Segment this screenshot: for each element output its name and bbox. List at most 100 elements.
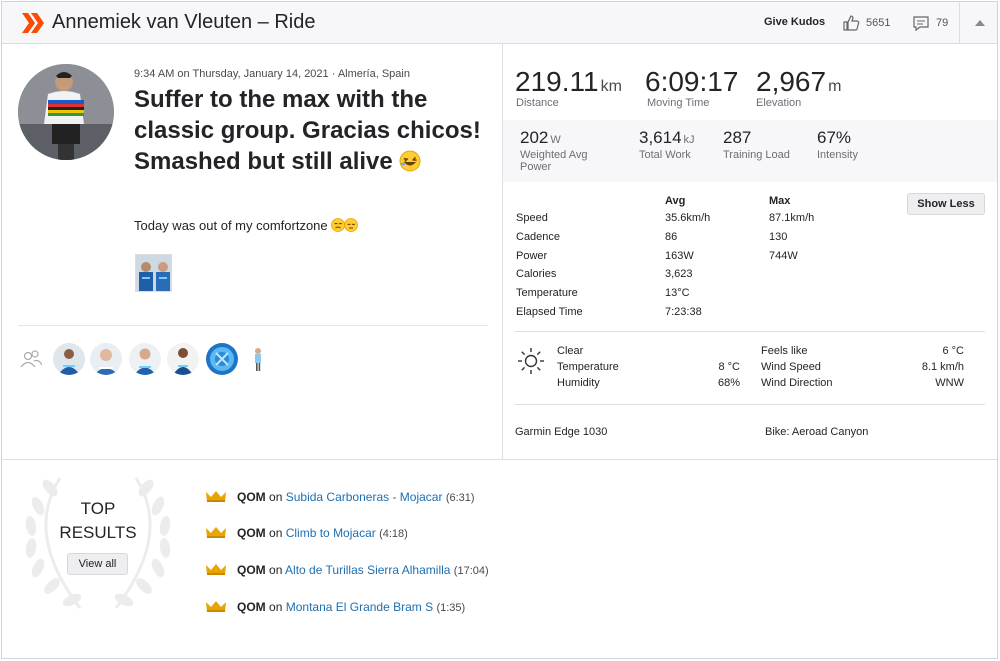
result-connector: on [269, 600, 283, 614]
column-divider [502, 44, 503, 460]
wind-speed-value: 8.1 km/h [921, 361, 964, 373]
award-label: QOM [237, 490, 266, 504]
total-work-unit: kJ [683, 134, 695, 146]
segment-time: (1:35) [436, 602, 466, 614]
comment-icon[interactable] [912, 14, 930, 32]
intensity-stat: 67% [817, 128, 851, 148]
power-avg: 163W [665, 250, 694, 262]
power-max: 744W [769, 250, 798, 262]
segment-time: (6:31) [445, 492, 475, 504]
calories-label: Calories [516, 268, 557, 280]
group-athlete-avatar[interactable] [129, 343, 161, 375]
elapsed-time-avg: 7:23:38 [665, 306, 702, 318]
divider [515, 331, 985, 332]
segment-link[interactable]: Alto de Turillas Sierra Alhamilla [285, 563, 450, 577]
segment-time: (4:18) [379, 528, 408, 540]
divider [2, 459, 997, 460]
speed-label: Speed [516, 212, 548, 224]
elevation-label: Elevation [756, 97, 802, 109]
weather-temperature-value: 8 °C [718, 361, 740, 373]
group-athlete-avatar[interactable] [246, 343, 278, 375]
activity-title: Suffer to the max with the classic group… [134, 84, 484, 177]
power-label: Power [516, 250, 548, 262]
speed-max: 87.1km/h [769, 212, 815, 224]
activity-photo-thumbnail[interactable] [135, 254, 172, 292]
distance-unit: km [600, 78, 622, 95]
moving-time-stat: 6:09:17 [645, 66, 740, 98]
feels-like-label: Feels like [761, 345, 808, 357]
cyclist-photo-icon [18, 64, 114, 160]
comment-count[interactable]: 79 [936, 17, 948, 29]
total-work-value: 3,614 [639, 128, 682, 147]
tired-emoji-icon [331, 218, 359, 232]
weighted-avg-power-unit: W [550, 134, 561, 146]
distance-stat: 219.11 km [515, 66, 622, 98]
top-results-line2: RESULTS [59, 523, 137, 542]
group-athlete-avatar[interactable] [206, 343, 238, 375]
wind-direction-label: Wind Direction [761, 377, 833, 389]
laughing-emoji-icon [399, 150, 421, 172]
distance-label: Distance [516, 97, 559, 109]
wind-direction-value: WNW [935, 377, 964, 389]
segment-link[interactable]: Climb to Mojacar [286, 526, 376, 540]
athlete-avatar[interactable] [18, 64, 114, 160]
divider [18, 325, 488, 326]
athlete-1-icon [53, 343, 85, 375]
training-load-value: 287 [723, 128, 752, 147]
award-label: QOM [237, 600, 266, 614]
list-item: QOM on Climb to Mojacar (4:18) [205, 526, 408, 540]
avg-column-header: Avg [665, 195, 686, 207]
moving-time-value: 6:09:17 [645, 66, 739, 97]
kudos-count[interactable]: 5651 [866, 17, 890, 29]
wind-speed-label: Wind Speed [761, 361, 821, 373]
activity-datetime-location: 9:34 AM on Thursday, January 14, 2021 · … [134, 68, 410, 80]
weather-humidity-label: Humidity [557, 377, 600, 389]
view-all-button[interactable]: View all [67, 553, 128, 575]
weighted-avg-power-label: Weighted Avg Power [520, 149, 588, 173]
top-results-line1: TOP [80, 499, 116, 518]
distance-value: 219.11 [515, 66, 599, 97]
athlete-4-icon [167, 343, 199, 375]
activity-description: Today was out of my comfortzone [134, 218, 359, 233]
weather-temperature-label: Temperature [557, 361, 619, 373]
cadence-avg: 86 [665, 231, 678, 243]
athlete-6-icon [246, 343, 278, 375]
award-label: QOM [237, 526, 266, 540]
award-label: QOM [237, 563, 266, 577]
elevation-stat: 2,967 m [756, 66, 841, 98]
moving-time-label: Moving Time [647, 97, 710, 109]
list-item: QOM on Subida Carboneras - Mojacar (6:31… [205, 490, 475, 504]
page-title: Annemiek van Vleuten – Ride [52, 11, 316, 33]
top-results-heading: TOP RESULTS [42, 497, 154, 545]
show-less-button[interactable]: Show Less [907, 193, 985, 215]
sun-icon [518, 348, 544, 374]
training-load-label: Training Load [723, 149, 790, 161]
weighted-avg-power-stat: 202 W [520, 128, 561, 148]
athlete-5-icon [206, 343, 238, 375]
total-work-label: Total Work [639, 149, 691, 161]
divider [515, 404, 985, 405]
segment-link[interactable]: Montana El Grande Bram S [286, 600, 433, 614]
chevron-brand-icon [22, 13, 44, 33]
device-name: Garmin Edge 1030 [515, 426, 608, 438]
elapsed-time-label: Elapsed Time [516, 306, 583, 318]
intensity-label: Intensity [817, 149, 858, 161]
activity-title-text: Suffer to the max with the classic group… [134, 86, 481, 175]
thumbs-up-icon[interactable] [842, 14, 860, 32]
group-athlete-avatar[interactable] [167, 343, 199, 375]
feels-like-value: 6 °C [942, 345, 964, 357]
give-kudos-button[interactable]: Give Kudos [764, 16, 825, 28]
weather-humidity-value: 68% [717, 377, 740, 389]
group-athlete-avatar[interactable] [90, 343, 122, 375]
segment-link[interactable]: Subida Carboneras - Mojacar [286, 490, 443, 504]
group-athlete-avatar[interactable] [53, 343, 85, 375]
activity-card: Annemiek van Vleuten – Ride Give Kudos 5… [1, 1, 998, 659]
temperature-label: Temperature [516, 287, 578, 299]
result-connector: on [269, 563, 283, 577]
crown-icon [206, 564, 226, 575]
elevation-value: 2,967 [756, 66, 827, 97]
result-connector: on [269, 526, 283, 540]
cadence-max: 130 [769, 231, 788, 243]
collapse-button[interactable] [959, 2, 997, 44]
group-members-icon [20, 350, 42, 368]
